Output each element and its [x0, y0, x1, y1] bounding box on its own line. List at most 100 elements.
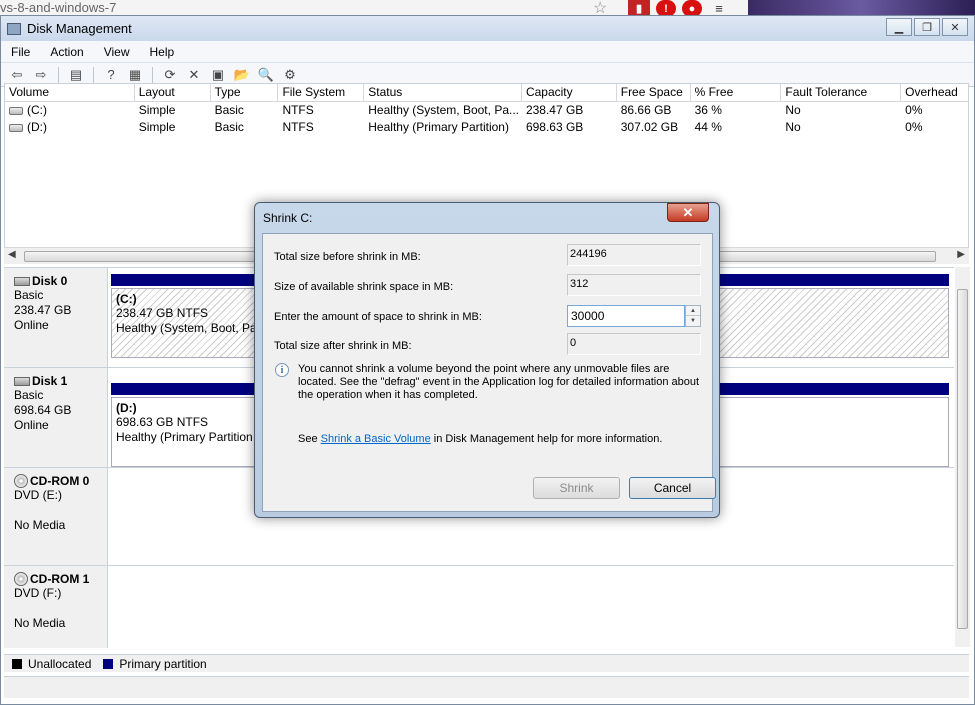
disk-management-icon: [7, 22, 21, 35]
minimize-icon[interactable]: ▁: [886, 18, 912, 36]
volume-row[interactable]: (D:) Simple Basic NTFS Healthy (Primary …: [5, 119, 968, 136]
properties-icon[interactable]: ▦: [125, 66, 145, 84]
explore-icon[interactable]: 🔍: [256, 66, 276, 84]
type-cell: Basic: [214, 103, 244, 117]
help-link[interactable]: Shrink a Basic Volume: [321, 433, 431, 445]
shrink-amount-spinner[interactable]: ▲ ▼: [685, 305, 701, 327]
cdrom-type: DVD (E:): [14, 488, 62, 502]
forward-icon[interactable]: ⇨: [31, 66, 51, 84]
scrollbar-thumb[interactable]: [957, 289, 968, 629]
column-capacity[interactable]: Capacity: [522, 84, 617, 101]
shrink-dialog: Shrink C: ✕ Total size before shrink in …: [254, 202, 720, 518]
hard-disk-icon: [14, 376, 30, 386]
browser-url-fragment[interactable]: vs-8-and-windows-7: [0, 0, 116, 15]
scroll-right-icon[interactable]: ▶: [957, 249, 965, 260]
disk-type: Basic: [14, 288, 44, 302]
column-volume[interactable]: Volume: [5, 84, 135, 101]
column-percent-free[interactable]: % Free: [691, 84, 782, 101]
file-system-cell: NTFS: [282, 103, 314, 117]
column-layout[interactable]: Layout: [135, 84, 211, 101]
settings-icon[interactable]: ⚙: [280, 66, 300, 84]
cdrom-name: CD-ROM 1: [30, 572, 90, 586]
spin-up-icon[interactable]: ▲: [686, 306, 700, 316]
fault-tolerance-cell: No: [785, 120, 801, 134]
cdrom-name-line: CD-ROM 1: [14, 572, 107, 586]
column-status[interactable]: Status: [364, 84, 522, 101]
disk-label[interactable]: Disk 0 Basic 238.47 GB Online: [4, 268, 108, 367]
primary-swatch: [103, 658, 114, 669]
disk-size: 238.47 GB: [14, 303, 72, 317]
disk-type: Basic: [14, 388, 44, 402]
restore-icon[interactable]: ❐: [914, 18, 940, 36]
shrink-amount-input[interactable]: [567, 305, 685, 327]
cdrom-label[interactable]: CD-ROM 0 DVD (E:) No Media: [4, 468, 108, 565]
scroll-left-icon[interactable]: ◀: [8, 249, 16, 260]
menu-action[interactable]: Action: [48, 43, 85, 61]
window-title: Disk Management: [27, 21, 132, 36]
cdrom-name: CD-ROM 0: [30, 474, 90, 488]
cdrom-label[interactable]: CD-ROM 1 DVD (F:) No Media: [4, 566, 108, 648]
menu-view[interactable]: View: [102, 43, 132, 61]
type-cell: Basic: [214, 120, 244, 134]
properties-icon[interactable]: ▣: [208, 66, 228, 84]
toolbar-separator: [93, 66, 94, 83]
help-line: See Shrink a Basic Volume in Disk Manage…: [298, 433, 662, 445]
legend-unallocated: Unallocated: [28, 656, 92, 671]
back-icon[interactable]: ⇦: [7, 66, 27, 84]
help-icon[interactable]: ?: [101, 66, 121, 84]
open-icon[interactable]: 📂: [232, 66, 252, 84]
hard-disk-icon: [14, 276, 30, 286]
close-icon[interactable]: ✕: [667, 203, 709, 222]
disk-size: 698.64 GB: [14, 403, 72, 417]
view-icon[interactable]: ▤: [66, 66, 86, 84]
cancel-button[interactable]: Cancel: [629, 477, 716, 499]
menu-file[interactable]: File: [9, 43, 32, 61]
disk-state: Online: [14, 418, 49, 432]
cd-rom-icon: [14, 474, 28, 488]
volume-list-header: Volume Layout Type File System Status Ca…: [5, 84, 968, 102]
dialog-title: Shrink C:: [263, 211, 313, 225]
disk-name-line: Disk 0: [14, 274, 107, 288]
toolbar-separator: [152, 66, 153, 83]
cdrom-row[interactable]: CD-ROM 1 DVD (F:) No Media: [4, 566, 954, 648]
disk-name-line: Disk 1: [14, 374, 107, 388]
column-overhead[interactable]: Overhead: [901, 84, 968, 101]
volume-name: (C:): [27, 103, 47, 117]
status-cell: Healthy (System, Boot, Pa...: [368, 103, 519, 117]
vertical-scrollbar[interactable]: [955, 267, 970, 647]
column-file-system[interactable]: File System: [278, 84, 365, 101]
free-space-cell: 307.02 GB: [620, 120, 679, 134]
column-fault-tolerance[interactable]: Fault Tolerance: [781, 84, 902, 101]
cdrom-type: DVD (F:): [14, 586, 62, 600]
total-after-label: Total size after shrink in MB:: [274, 340, 412, 352]
capacity-cell: 698.63 GB: [525, 120, 584, 134]
available-space-field: 312: [567, 274, 701, 296]
refresh-icon[interactable]: ⟳: [160, 66, 180, 84]
info-icon: i: [275, 363, 289, 377]
cdrom-media: No Media: [14, 616, 66, 630]
spin-down-icon[interactable]: ▼: [686, 316, 700, 326]
column-free-space[interactable]: Free Space: [617, 84, 691, 101]
available-space-label: Size of available shrink space in MB:: [274, 281, 454, 293]
shrink-button[interactable]: Shrink: [533, 477, 620, 499]
volume-cell: (D:): [5, 119, 135, 136]
title-bar[interactable]: Disk Management ▁ ❐ ✕: [1, 16, 974, 41]
menu-help[interactable]: Help: [148, 43, 177, 61]
shrink-amount-label: Enter the amount of space to shrink in M…: [274, 311, 482, 323]
layout-cell: Simple: [138, 120, 176, 134]
menu-bar: File Action View Help: [1, 41, 974, 63]
disk-state: Online: [14, 318, 49, 332]
disk-label[interactable]: Disk 1 Basic 698.64 GB Online: [4, 368, 108, 467]
close-icon[interactable]: ✕: [942, 18, 968, 36]
fault-tolerance-cell: No: [785, 103, 801, 117]
file-system-cell: NTFS: [282, 120, 314, 134]
volume-row[interactable]: (C:) Simple Basic NTFS Healthy (System, …: [5, 102, 968, 119]
delete-icon[interactable]: ✕: [184, 66, 204, 84]
total-before-field: 244196: [567, 244, 701, 266]
percent-free-cell: 44 %: [694, 120, 722, 134]
volume-name: (D:): [27, 120, 47, 134]
free-space-cell: 86.66 GB: [620, 103, 672, 117]
column-type[interactable]: Type: [211, 84, 279, 101]
legend: Unallocated Primary partition: [4, 654, 969, 672]
drive-icon: [9, 106, 23, 115]
